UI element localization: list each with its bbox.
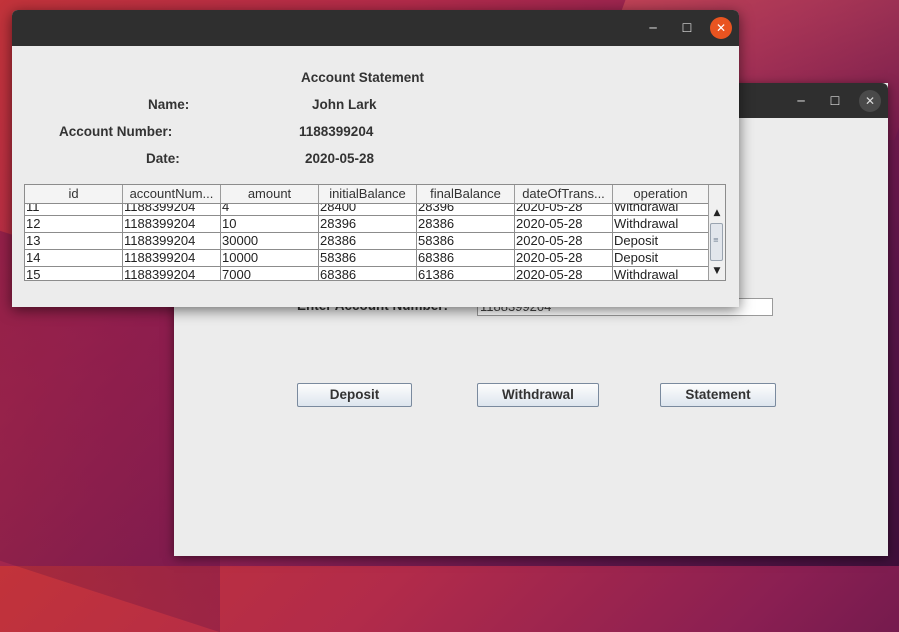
close-icon[interactable]: ✕ (710, 17, 732, 39)
table-cell: 1188399204 (123, 267, 221, 280)
column-header-operation[interactable]: operation (613, 185, 709, 203)
scroll-down-icon[interactable]: ▼ (711, 265, 723, 277)
table-cell: 28396 (319, 216, 417, 232)
account-number-value: 1188399204 (299, 124, 374, 139)
statement-window-titlebar[interactable]: ─ ☐ ✕ (12, 10, 739, 46)
scrollbar-thumb[interactable]: ≡ (710, 223, 723, 261)
name-value: John Lark (312, 97, 377, 112)
table-row[interactable]: 15 1188399204 7000 68386 61386 2020-05-2… (25, 267, 709, 280)
table-cell: 4 (221, 204, 319, 215)
column-header-account-number[interactable]: accountNum... (123, 185, 221, 203)
deposit-button[interactable]: Deposit (297, 383, 412, 407)
table-cell: 68386 (417, 250, 515, 266)
column-header-date[interactable]: dateOfTrans... (515, 185, 613, 203)
table-cell: Deposit (613, 233, 709, 249)
transactions-table[interactable]: id accountNum... amount initialBalance f… (24, 184, 726, 281)
minimize-icon[interactable]: ─ (790, 90, 812, 112)
maximize-icon[interactable]: ☐ (824, 90, 846, 112)
grip-icon: ≡ (713, 236, 719, 244)
table-cell: 1188399204 (123, 250, 221, 266)
statement-title: Account Statement (301, 70, 425, 85)
table-header: id accountNum... amount initialBalance f… (25, 185, 709, 204)
table-cell: 1188399204 (123, 204, 221, 215)
table-cell: Withdrawal (613, 267, 709, 280)
table-cell: 2020-05-28 (515, 267, 613, 280)
table-cell: 58386 (319, 250, 417, 266)
table-cell: 2020-05-28 (515, 204, 613, 215)
table-cell: Withdrawal (613, 216, 709, 232)
withdrawal-button[interactable]: Withdrawal (477, 383, 599, 407)
table-cell: 28396 (417, 204, 515, 215)
table-cell: 14 (25, 250, 123, 266)
table-cell: 15 (25, 267, 123, 280)
column-header-amount[interactable]: amount (221, 185, 319, 203)
maximize-icon[interactable]: ☐ (676, 17, 698, 39)
column-header-final-balance[interactable]: finalBalance (417, 185, 515, 203)
column-header-initial-balance[interactable]: initialBalance (319, 185, 417, 203)
scroll-up-icon[interactable]: ▲ (711, 207, 723, 219)
table-cell: 1188399204 (123, 233, 221, 249)
table-cell: 2020-05-28 (515, 250, 613, 266)
table-cell: 68386 (319, 267, 417, 280)
table-row[interactable]: 14 1188399204 10000 58386 68386 2020-05-… (25, 250, 709, 267)
table-row[interactable]: 13 1188399204 30000 28386 58386 2020-05-… (25, 233, 709, 250)
table-cell: 28400 (319, 204, 417, 215)
table-cell: 28386 (417, 216, 515, 232)
table-rows: 11 1188399204 4 28400 28396 2020-05-28 W… (25, 204, 709, 280)
table-cell: 28386 (319, 233, 417, 249)
statement-button[interactable]: Statement (660, 383, 776, 407)
date-value: 2020-05-28 (305, 151, 375, 166)
table-row[interactable]: 11 1188399204 4 28400 28396 2020-05-28 W… (25, 204, 709, 216)
column-header-id[interactable]: id (25, 185, 123, 203)
table-row[interactable]: 12 1188399204 10 28396 28386 2020-05-28 … (25, 216, 709, 233)
table-cell: 2020-05-28 (515, 233, 613, 249)
table-cell: 2020-05-28 (515, 216, 613, 232)
table-cell: 58386 (417, 233, 515, 249)
table-cell: 61386 (417, 267, 515, 280)
date-label: Date: (146, 151, 180, 166)
statement-window: ─ ☐ ✕ Account Statement Name: John Lark … (12, 10, 739, 307)
minimize-icon[interactable]: ─ (642, 17, 664, 39)
table-cell: 10 (221, 216, 319, 232)
table-body: 11 1188399204 4 28400 28396 2020-05-28 W… (25, 204, 709, 280)
table-cell: 30000 (221, 233, 319, 249)
table-cell: 1188399204 (123, 216, 221, 232)
table-cell: Deposit (613, 250, 709, 266)
table-cell: 10000 (221, 250, 319, 266)
table-cell: 12 (25, 216, 123, 232)
close-icon[interactable]: ✕ (859, 90, 881, 112)
table-cell: 7000 (221, 267, 319, 280)
table-scrollbar[interactable]: ▲ ≡ ▼ (708, 185, 725, 280)
table-cell: Withdrawal (613, 204, 709, 215)
account-number-label: Account Number: (59, 124, 173, 139)
name-label: Name: (148, 97, 190, 112)
table-cell: 13 (25, 233, 123, 249)
table-cell: 11 (25, 204, 123, 215)
